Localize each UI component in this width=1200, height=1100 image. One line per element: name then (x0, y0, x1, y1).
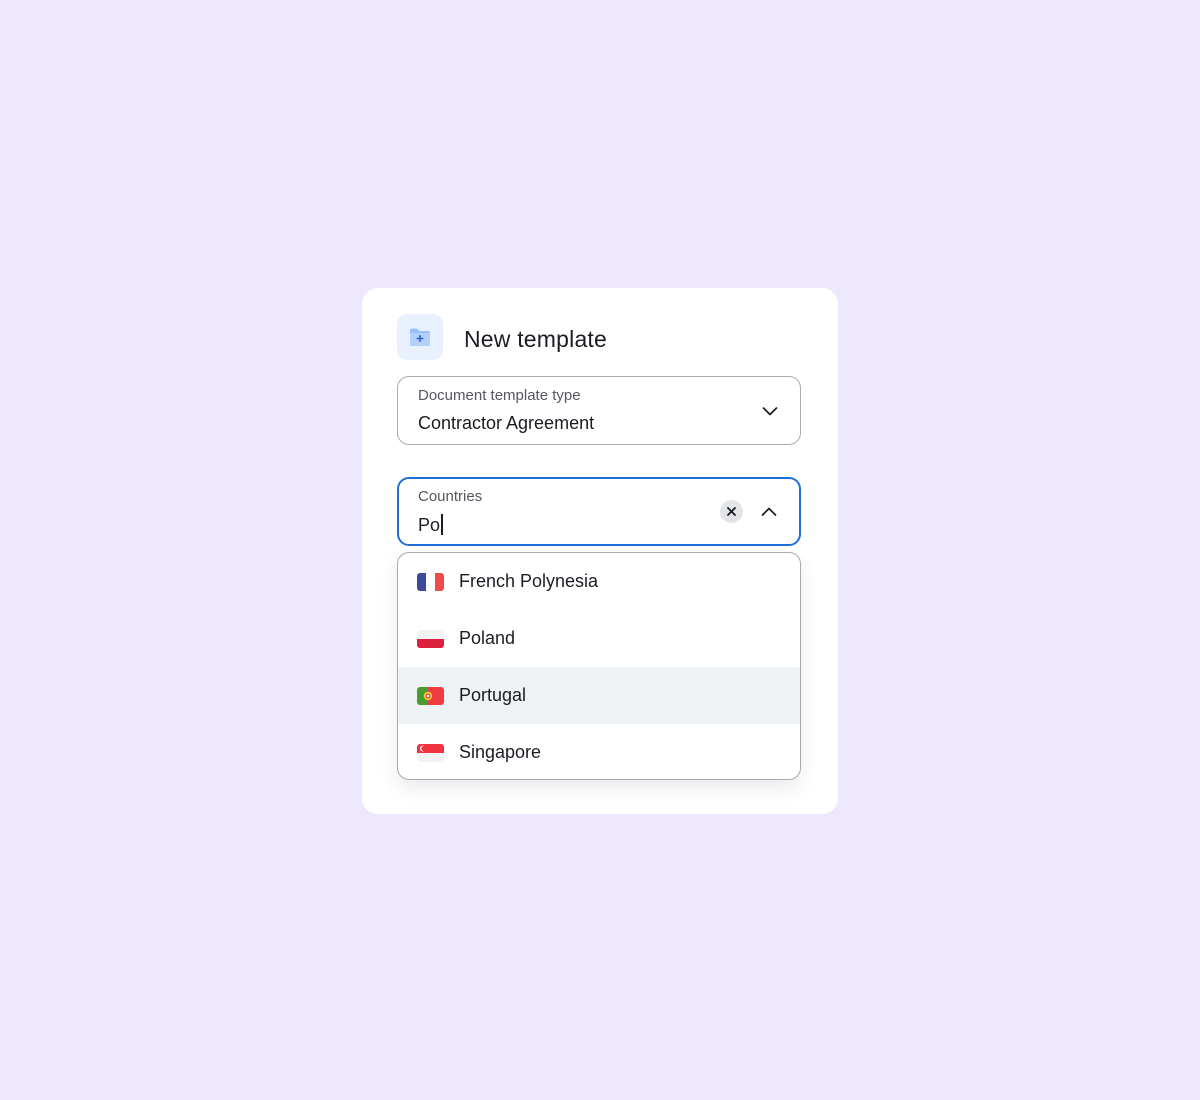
clear-button[interactable] (720, 500, 743, 523)
option-label: French Polynesia (459, 571, 599, 591)
dialog-title: New template (464, 325, 608, 352)
countries-dropdown-list: French Polynesia Poland Portugal Singapo… (397, 552, 801, 780)
countries-label: Countries (418, 488, 483, 505)
option-poland[interactable]: Poland (398, 610, 800, 667)
folder-add-icon (397, 314, 443, 360)
template-type-value: Contractor Agreement (418, 413, 595, 433)
option-label: Singapore (459, 742, 542, 762)
option-french-polynesia[interactable]: French Polynesia (398, 553, 800, 610)
option-singapore[interactable]: Singapore (398, 724, 800, 779)
countries-combobox[interactable]: Countries Po (397, 477, 801, 546)
document-template-type-select[interactable]: Document template type Contractor Agreem… (397, 376, 801, 445)
countries-search-input[interactable]: Po (418, 514, 443, 536)
new-template-card: New template Document template type Cont… (362, 288, 838, 814)
card-header: New template (397, 314, 607, 360)
singapore-flag-icon (417, 743, 444, 762)
option-label: Portugal (459, 685, 527, 705)
poland-flag-icon (417, 629, 444, 648)
chevron-down-icon[interactable] (760, 401, 780, 421)
portugal-flag-icon (417, 686, 444, 705)
option-portugal[interactable]: Portugal (398, 667, 800, 724)
chevron-up-icon[interactable] (759, 502, 779, 522)
close-icon (727, 507, 736, 516)
template-type-label: Document template type (418, 387, 581, 404)
option-label: Poland (459, 628, 516, 648)
text-cursor (441, 514, 443, 535)
countries-input-text: Po (418, 515, 441, 535)
france-flag-icon (417, 572, 444, 591)
